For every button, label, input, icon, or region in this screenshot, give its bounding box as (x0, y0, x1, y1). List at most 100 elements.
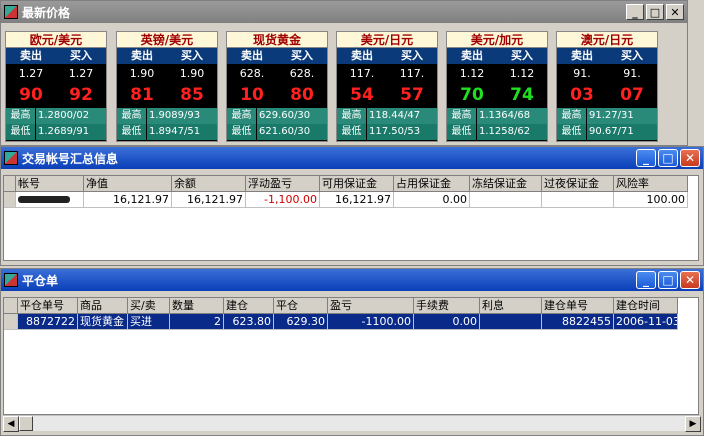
quote-panel[interactable]: 欧元/美元 卖出 买入 1.27 1.27 90 92 最高 1.2800/02 最低 1.2689… (5, 31, 107, 142)
buy-price-big: 92 (69, 85, 93, 105)
sell-label: 卖出 (461, 49, 483, 62)
high-label: 最高 (227, 108, 257, 124)
column-header[interactable]: 利息 (480, 298, 542, 314)
high-value: 1.2800/02 (36, 108, 106, 124)
low-value: 117.50/53 (367, 124, 437, 140)
buy-label: 买入 (401, 49, 423, 62)
high-value: 1.9089/93 (147, 108, 217, 124)
buy-price-prefix: 91. (623, 67, 641, 80)
column-header[interactable]: 冻结保证金 (470, 176, 542, 192)
high-value: 91.27/31 (587, 108, 657, 124)
quote-panel[interactable]: 英镑/美元 卖出 买入 1.90 1.90 81 85 最高 1.9089/93 最低 1.8947… (116, 31, 218, 142)
column-header[interactable]: 建仓 (224, 298, 274, 314)
minimize-button[interactable]: _ (636, 149, 656, 167)
column-header[interactable]: 建仓单号 (542, 298, 614, 314)
table-cell: 0.00 (394, 192, 470, 208)
column-header[interactable]: 盈亏 (328, 298, 414, 314)
table-cell: 买进 (128, 314, 170, 330)
scroll-thumb[interactable] (19, 416, 33, 431)
low-label: 最低 (337, 124, 367, 140)
table-cell: 0.00 (414, 314, 480, 330)
account-window-titlebar[interactable]: 交易帐号汇总信息 _ □ ✕ (1, 147, 703, 169)
sell-price-prefix: 628. (239, 67, 265, 80)
column-header[interactable]: 余额 (172, 176, 246, 192)
quote-symbol: 美元/加元 (447, 32, 547, 48)
column-header[interactable]: 平仓 (274, 298, 328, 314)
account-window: 交易帐号汇总信息 _ □ ✕ 帐号 净值 余额 浮动盈亏 可用保证金 占用保证金 冻结保证金… (0, 146, 704, 266)
quote-panel[interactable]: 澳元/日元 卖出 买入 91. 91. 03 07 最高 91.27/31 最低 90.67/71 (556, 31, 658, 142)
buy-label: 买入 (511, 49, 533, 62)
scroll-left-icon[interactable]: ◀ (3, 416, 19, 432)
low-value: 1.8947/51 (147, 124, 217, 140)
quote-symbol: 欧元/美元 (6, 32, 106, 48)
header-corner (4, 176, 16, 192)
low-label: 最低 (6, 124, 36, 140)
low-label: 最低 (447, 124, 477, 140)
quote-panel[interactable]: 美元/加元 卖出 买入 1.12 1.12 70 74 最高 1.1364/68 最低 1.1258… (446, 31, 548, 142)
quote-panel[interactable]: 美元/日元 卖出 买入 117. 117. 54 57 最高 118.44/47 最低 117.50… (336, 31, 438, 142)
quote-panels: 欧元/美元 卖出 买入 1.27 1.27 90 92 最高 1.2800/02 最低 1.2689… (5, 31, 695, 142)
quote-symbol: 澳元/日元 (557, 32, 657, 48)
high-label: 最高 (447, 108, 477, 124)
quote-symbol: 英镑/美元 (117, 32, 217, 48)
close-button[interactable]: ✕ (666, 4, 684, 20)
column-header[interactable]: 帐号 (16, 176, 84, 192)
table-cell: 623.80 (224, 314, 274, 330)
table-cell: 2006-11-03 16 (614, 314, 678, 330)
horizontal-scrollbar[interactable]: ◀ ▶ (3, 415, 701, 432)
buy-price-prefix: 117. (399, 67, 425, 80)
table-row[interactable]: 16,121.97 16,121.97 -1,100.00 16,121.97 0.00… (4, 192, 698, 208)
close-order-window-titlebar[interactable]: 平仓单 _ □ ✕ (1, 269, 703, 291)
maximize-button[interactable]: □ (658, 271, 678, 289)
column-header[interactable]: 平仓单号 (18, 298, 78, 314)
column-header[interactable]: 过夜保证金 (542, 176, 614, 192)
maximize-button[interactable]: □ (646, 4, 664, 20)
table-cell (480, 314, 542, 330)
table-cell: 2 (170, 314, 224, 330)
low-value: 1.1258/62 (477, 124, 547, 140)
maximize-button[interactable]: □ (658, 149, 678, 167)
row-selector[interactable] (4, 192, 16, 208)
sell-label: 卖出 (241, 49, 263, 62)
column-header[interactable]: 商品 (78, 298, 128, 314)
masked-account (18, 196, 70, 203)
header-corner (4, 298, 18, 314)
high-value: 1.1364/68 (477, 108, 547, 124)
column-header[interactable]: 占用保证金 (394, 176, 470, 192)
account-table: 帐号 净值 余额 浮动盈亏 可用保证金 占用保证金 冻结保证金 过夜保证金 风险率 16,121… (3, 175, 699, 261)
buy-label: 买入 (621, 49, 643, 62)
low-value: 621.60/30 (257, 124, 327, 140)
buy-price-prefix: 628. (289, 67, 315, 80)
column-header[interactable]: 风险率 (614, 176, 688, 192)
column-header[interactable]: 手续费 (414, 298, 480, 314)
app-icon (4, 273, 18, 287)
column-header[interactable]: 数量 (170, 298, 224, 314)
column-header[interactable]: 买/卖 (128, 298, 170, 314)
low-value: 1.2689/91 (36, 124, 106, 140)
column-header[interactable]: 浮动盈亏 (246, 176, 320, 192)
quote-panel[interactable]: 现货黄金 卖出 买入 628. 628. 10 80 最高 629.60/30 最低 621.60/… (226, 31, 328, 142)
column-header[interactable]: 建仓时间 (614, 298, 678, 314)
buy-price-big: 07 (620, 85, 644, 105)
column-header[interactable]: 可用保证金 (320, 176, 394, 192)
minimize-button[interactable]: _ (636, 271, 656, 289)
row-selector[interactable] (4, 314, 18, 330)
minimize-button[interactable]: _ (626, 4, 644, 20)
buy-label: 买入 (70, 49, 92, 62)
scroll-right-icon[interactable]: ▶ (685, 416, 701, 432)
high-label: 最高 (117, 108, 147, 124)
sell-price-prefix: 1.27 (18, 67, 44, 80)
close-button[interactable]: ✕ (680, 149, 700, 167)
sell-price-prefix: 117. (349, 67, 375, 80)
price-window-titlebar[interactable]: 最新价格 _ □ ✕ (1, 1, 687, 23)
table-cell (542, 192, 614, 208)
close-button[interactable]: ✕ (680, 271, 700, 289)
low-label: 最低 (117, 124, 147, 140)
sell-label: 卖出 (131, 49, 153, 62)
buy-price-prefix: 1.12 (509, 67, 535, 80)
table-row[interactable]: 8872722 现货黄金 买进 2 623.80 629.30 -1100.00 0.00 88… (4, 314, 698, 330)
low-label: 最低 (557, 124, 587, 140)
column-header[interactable]: 净值 (84, 176, 172, 192)
buy-label: 买入 (291, 49, 313, 62)
sell-price-big: 10 (240, 85, 264, 105)
